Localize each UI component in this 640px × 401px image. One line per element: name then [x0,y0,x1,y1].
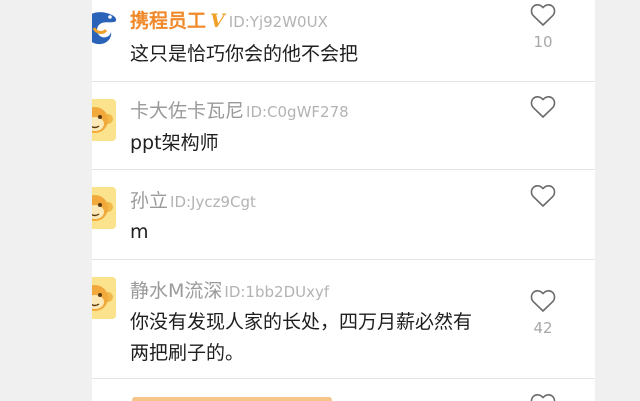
username[interactable]: 孙立 [130,190,168,212]
comment-text: ppt架构师 [130,132,219,154]
heart-icon [530,185,556,207]
vip-badge-icon: V [210,10,225,32]
user-id: ID:1bb2DUxyf [224,283,330,301]
monkey-avatar-icon [92,99,116,141]
right-background [595,0,640,401]
comment-item: 孙立 ID:Jycz9Cgt m [92,170,595,260]
like-button[interactable]: 42 [523,289,563,337]
user-id: ID:C0gWF278 [246,103,349,121]
comment-item: 携程员工 V ID:Yj92W0UX 这只是恰巧你会的他不会把 10 [92,0,595,82]
name-line: 孙立 ID:Jycz9Cgt [130,189,256,214]
comment-item: 静水M流深 ID:1bb2DUxyf 你没有发现人家的长处，四万月薪必然有两把刷子… [92,260,595,379]
heart-icon [530,290,556,312]
comment-list[interactable]: 携程员工 V ID:Yj92W0UX 这只是恰巧你会的他不会把 10 卡大佐卡瓦… [92,0,595,401]
like-count: 10 [533,33,553,51]
comment-text: 你没有发现人家的长处，四万月薪必然有两把刷子的。 [130,311,473,364]
name-line: 携程员工 V ID:Yj92W0UX [130,9,328,34]
name-line: 卡大佐卡瓦尼 ID:C0gWF278 [130,99,349,124]
heart-icon [530,394,556,401]
like-button[interactable] [523,184,563,208]
user-id: ID:Yj92W0UX [228,13,328,31]
username[interactable]: 携程员工 [130,10,206,32]
comment-item-partial [92,379,595,401]
username[interactable]: 卡大佐卡瓦尼 [130,100,244,122]
avatar[interactable] [92,277,116,319]
ctrip-logo-icon [92,4,121,48]
username[interactable]: 静水M流深 [130,280,222,302]
like-button[interactable] [523,95,563,119]
monkey-avatar-icon [92,187,116,229]
user-id: ID:Jycz9Cgt [170,193,256,211]
heart-icon [530,96,556,118]
like-button[interactable] [523,393,563,401]
avatar[interactable] [92,3,122,49]
heart-icon [530,4,556,26]
partial-username-placeholder [132,397,332,401]
avatar[interactable] [92,187,116,229]
name-line: 静水M流深 ID:1bb2DUxyf [130,279,329,304]
like-count: 42 [533,319,553,337]
left-background [0,0,92,401]
avatar[interactable] [92,99,116,141]
monkey-avatar-icon [92,277,116,319]
comment-item: 卡大佐卡瓦尼 ID:C0gWF278 ppt架构师 [92,82,595,170]
comment-text: m [130,221,149,243]
comment-text: 这只是恰巧你会的他不会把 [130,43,359,65]
like-button[interactable]: 10 [523,3,563,51]
